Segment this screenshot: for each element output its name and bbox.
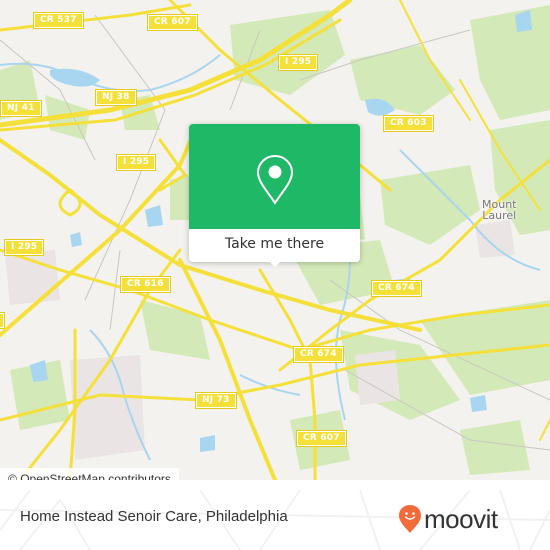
take-me-there-button[interactable]: Take me there [189,229,360,262]
road-label-nj38: NJ 38 [95,89,137,106]
place-label-line: Laurel [482,209,517,222]
footer-bar: Home Instead Senoir Care, Philadelphia m… [0,490,550,550]
road-label-cr607: CR 607 [147,14,198,31]
popup-pointer [268,260,282,267]
road-label-cr616: CR 616 [120,276,171,293]
road-label-cr607: CR 607 [296,430,347,447]
map-attribution: © OpenStreetMap contributors [0,468,179,480]
place-label-mount-laurel: Mount Laurel [482,199,516,221]
moovit-logo[interactable]: moovit [398,504,498,534]
road-label-partial [0,312,5,329]
place-title: Home Instead Senoir Care, Philadelphia [20,508,288,525]
openstreetmap-link[interactable]: OpenStreetMap contributors [20,472,171,480]
destination-popup[interactable]: Take me there [189,124,360,267]
road-label-i295: I 295 [115,154,157,171]
road-label-cr674: CR 674 [293,346,344,363]
map-view[interactable]: CR 537 CR 607 I 295 NJ 41 NJ 38 CR 603 I… [0,0,550,480]
road-label-i295: I 295 [277,54,319,71]
road-label-cr537: CR 537 [33,12,84,29]
road-label-i295: I 295 [3,239,45,256]
location-pin-icon [256,154,294,205]
moovit-pin-logo-icon [399,505,421,533]
road-label-nj41: NJ 41 [0,100,42,117]
road-label-cr603: CR 603 [383,115,434,132]
road-label-nj73: NJ 73 [195,392,237,409]
road-label-cr674: CR 674 [371,280,422,297]
moovit-wordmark: moovit [424,504,498,534]
popup-header [189,124,360,229]
copyright-symbol: © [8,472,17,480]
